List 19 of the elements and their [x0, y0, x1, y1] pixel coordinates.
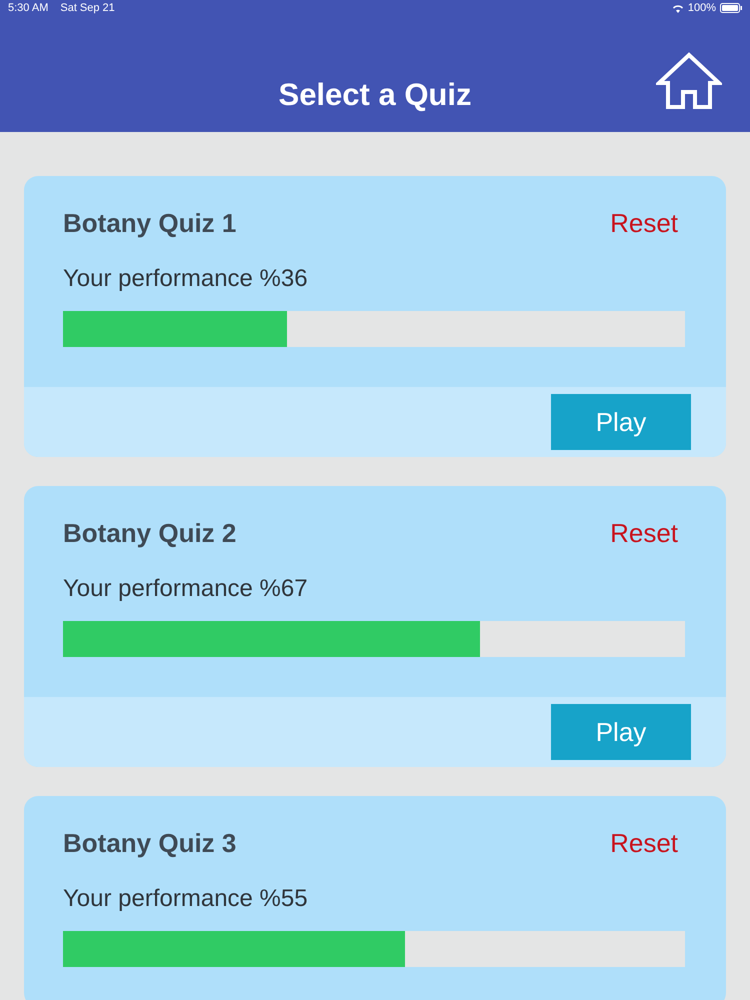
- quiz-title: Botany Quiz 3: [63, 827, 236, 860]
- reset-button[interactable]: Reset: [610, 514, 678, 553]
- status-date: Sat Sep 21: [60, 0, 115, 16]
- quiz-title: Botany Quiz 2: [63, 517, 236, 550]
- wifi-icon: [672, 4, 684, 12]
- status-time: 5:30 AM: [8, 0, 48, 16]
- play-button[interactable]: Play: [551, 394, 691, 450]
- reset-button[interactable]: Reset: [610, 204, 678, 243]
- battery-percent: 100%: [688, 0, 716, 16]
- performance-label: Your performance %36: [63, 264, 309, 294]
- home-icon: [656, 52, 722, 110]
- battery-icon: [720, 3, 742, 13]
- play-button[interactable]: Play: [551, 704, 691, 760]
- performance-label: Your performance %67: [63, 574, 309, 604]
- home-button[interactable]: [656, 52, 722, 110]
- quiz-title: Botany Quiz 1: [63, 207, 236, 240]
- performance-label: Your performance %55: [63, 884, 309, 914]
- reset-button[interactable]: Reset: [610, 824, 678, 863]
- page-title: Select a Quiz: [278, 76, 472, 114]
